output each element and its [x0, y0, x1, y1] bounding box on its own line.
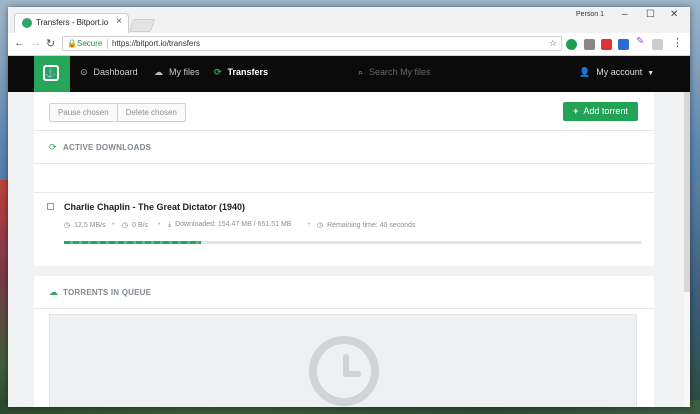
grammarly-extension-icon[interactable]: [566, 39, 577, 50]
search-box[interactable]: ⌕ Search My files: [358, 67, 431, 78]
speed-icon: ◷: [122, 222, 129, 229]
section-divider: [34, 266, 654, 276]
secure-label: Secure: [77, 39, 103, 48]
back-button[interactable]: ←: [14, 37, 25, 49]
add-torrent-label: Add torrent: [583, 106, 628, 116]
separator-dot: •: [158, 221, 161, 228]
cloud-icon: ☁: [154, 67, 163, 77]
user-icon: 👤: [579, 67, 591, 77]
clock-minute-hand: [343, 371, 361, 377]
extension-icon[interactable]: [584, 39, 595, 50]
remaining-time: ◷ Remaining time: 40 seconds: [317, 221, 415, 229]
remaining-time-value: Remaining time: 40 seconds: [327, 222, 416, 229]
separator-dot: •: [308, 221, 311, 228]
account-label: My account: [596, 67, 643, 77]
pen-extension-icon[interactable]: ✎: [636, 36, 647, 47]
address-divider: [107, 39, 108, 49]
clock-icon: ◷: [317, 222, 324, 229]
close-window-button[interactable]: ✕: [670, 9, 678, 20]
browser-menu-icon[interactable]: ⋮: [672, 36, 683, 49]
nav-my-files-label: My files: [169, 67, 200, 77]
nav-dashboard[interactable]: ⊙ Dashboard: [80, 67, 138, 78]
bitport-logo[interactable]: ⚓: [34, 56, 70, 92]
download-speed-value: 12.5 MB/s: [74, 222, 106, 229]
torrent-name[interactable]: Charlie Chaplin - The Great Dictator (19…: [64, 202, 245, 212]
downloaded-size: ⤓ Downloaded: 154.47 MB / 651.51 MB: [168, 221, 291, 229]
download-speed: ◷ 12.5 MB/s: [64, 221, 106, 229]
browser-tab[interactable]: Transfers - Bitport.io ×: [14, 13, 129, 33]
tab-title: Transfers - Bitport.io: [36, 18, 109, 27]
anchor-icon: ⚓: [43, 65, 59, 81]
search-placeholder: Search My files: [369, 67, 431, 77]
extension-red-icon[interactable]: [601, 39, 612, 50]
url-text[interactable]: https://bitport.io/transfers: [112, 39, 200, 48]
cast-extension-icon[interactable]: [652, 39, 663, 50]
refresh-icon: ⟳: [49, 142, 57, 152]
active-downloads-heading: ACTIVE DOWNLOADS: [63, 143, 152, 152]
cloud-icon: ☁: [49, 287, 58, 297]
browser-window: Transfers - Bitport.io × Person 1 – ☐ ✕ …: [8, 7, 690, 407]
pause-chosen-button[interactable]: Pause chosen: [50, 104, 117, 121]
download-progress-bar: [64, 241, 641, 244]
search-icon: ⌕: [358, 67, 364, 77]
download-progress-fill: [64, 241, 201, 244]
page-scrollbar[interactable]: [684, 92, 690, 407]
clock-icon: [309, 336, 379, 406]
caret-down-icon: ▼: [647, 70, 655, 77]
minimize-button[interactable]: –: [622, 9, 628, 20]
reload-button[interactable]: ↻: [46, 37, 55, 50]
downloaded-size-value: Downloaded: 154.47 MB / 651.51 MB: [175, 221, 292, 228]
scrollbar-thumb[interactable]: [684, 92, 690, 292]
empty-row: [34, 164, 654, 193]
nav-transfers[interactable]: ⟳ Transfers: [214, 67, 268, 78]
torrents-in-queue-heading: TORRENTS IN QUEUE: [63, 288, 152, 297]
bulk-action-group: Pause chosen Delete chosen: [49, 103, 186, 122]
main-content: Pause chosen Delete chosen + Add torrent …: [34, 92, 654, 407]
lock-icon: 🔒: [67, 39, 77, 48]
nav-my-files[interactable]: ☁ My files: [154, 67, 200, 78]
add-torrent-button[interactable]: + Add torrent: [563, 102, 638, 121]
dashboard-icon: ⊙: [80, 67, 88, 77]
torrents-in-queue-header: ☁ TORRENTS IN QUEUE: [34, 276, 654, 309]
account-menu[interactable]: 👤 My account ▼: [579, 67, 654, 78]
maximize-button[interactable]: ☐: [646, 9, 655, 20]
nav-dashboard-label: Dashboard: [93, 67, 138, 77]
torrent-checkbox[interactable]: [47, 203, 54, 210]
title-bar: Transfers - Bitport.io × Person 1 – ☐ ✕: [8, 7, 690, 33]
new-tab-button[interactable]: [128, 19, 156, 32]
speed-icon: ◷: [64, 222, 71, 229]
bitport-favicon-icon: [22, 18, 32, 28]
profile-name[interactable]: Person 1: [576, 11, 604, 18]
extension-blue-icon[interactable]: [618, 39, 629, 50]
app-navbar: ⚓ ⊙ Dashboard ☁ My files ⟳ Transfers ⌕ Searc…: [8, 56, 690, 92]
bookmark-star-icon[interactable]: ☆: [549, 38, 557, 49]
address-bar[interactable]: 🔒 Secure https://bitport.io/transfers ☆: [62, 36, 562, 51]
browser-toolbar: ← → ↻ 🔒 Secure https://bitport.io/transf…: [8, 33, 690, 56]
active-downloads-header: ⟳ ACTIVE DOWNLOADS: [34, 131, 654, 164]
refresh-icon: ⟳: [214, 67, 222, 77]
torrent-row[interactable]: Charlie Chaplin - The Great Dictator (19…: [34, 193, 654, 259]
bitport-page: ⚓ ⊙ Dashboard ☁ My files ⟳ Transfers ⌕ Searc…: [8, 56, 690, 407]
upload-speed-value: 0 B/s: [132, 222, 149, 229]
plus-icon: +: [573, 106, 579, 116]
upload-speed: ◷ 0 B/s: [122, 221, 148, 229]
tab-close-icon[interactable]: ×: [116, 16, 122, 27]
delete-chosen-button[interactable]: Delete chosen: [116, 104, 185, 121]
nav-transfers-label: Transfers: [227, 67, 269, 77]
download-icon: ⤓: [168, 221, 172, 228]
action-bar: Pause chosen Delete chosen + Add torrent: [34, 92, 654, 131]
forward-button[interactable]: →: [30, 37, 41, 49]
separator-dot: •: [112, 221, 115, 228]
queue-empty-state: [49, 314, 637, 407]
